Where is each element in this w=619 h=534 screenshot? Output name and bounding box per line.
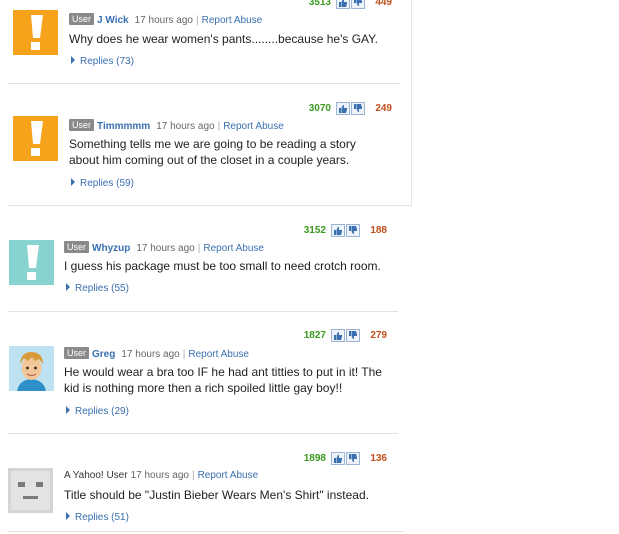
comment-divider — [8, 433, 398, 434]
thumbs-down-count: 188 — [370, 225, 387, 236]
thumbs-up-icon — [334, 227, 342, 235]
gray-robot-avatar[interactable] — [8, 468, 53, 513]
vote-bar: 1827 279 — [295, 329, 387, 343]
comment-text: Title should be "Justin Bieber Wears Men… — [64, 488, 369, 502]
thumbs-down-count: 249 — [375, 103, 392, 114]
thumbs-down-icon — [349, 226, 357, 234]
thumbs-down-icon — [354, 0, 362, 6]
comment-meta: User Greg 17 hours ago | Report Abuse — [64, 347, 249, 360]
vote-bar: 1898 136 — [295, 452, 387, 466]
comment-divider — [8, 83, 400, 84]
replies-link[interactable]: Replies (59) — [71, 178, 134, 189]
thumbs-up-button[interactable] — [336, 102, 350, 115]
replies-link[interactable]: Replies (73) — [71, 56, 134, 67]
author-link[interactable]: J Wick — [97, 15, 129, 26]
column-border — [411, 0, 412, 205]
replies-label: Replies (55) — [75, 283, 129, 294]
replies-link[interactable]: Replies (51) — [66, 512, 129, 523]
timestamp: 17 hours ago — [121, 349, 180, 360]
user-badge: User — [69, 13, 95, 25]
separator: | — [197, 243, 201, 254]
thumbs-up-count: 1827 — [303, 330, 326, 341]
comment-meta: User Timmmmm 17 hours ago | Report Abuse — [69, 119, 284, 132]
expand-arrow-icon — [66, 512, 70, 520]
thumbs-down-count: 449 — [375, 0, 392, 8]
exclamation-orange-avatar[interactable] — [13, 116, 58, 161]
expand-arrow-icon — [71, 178, 75, 186]
comment-divider — [8, 311, 398, 312]
author-name: A Yahoo! User — [64, 470, 128, 481]
thumbs-down-count: 136 — [370, 453, 387, 464]
expand-arrow-icon — [66, 406, 70, 414]
replies-link[interactable]: Replies (55) — [66, 283, 129, 294]
timestamp: 17 hours ago — [136, 243, 195, 254]
thumbs-up-count: 3513 — [308, 0, 331, 8]
expand-arrow-icon — [66, 283, 70, 291]
thumbs-up-button[interactable] — [331, 224, 345, 237]
thumbs-down-button[interactable] — [351, 0, 365, 9]
author-link[interactable]: Whyzup — [92, 243, 130, 254]
thumbs-up-icon — [339, 0, 347, 7]
thumbs-down-button[interactable] — [346, 452, 360, 465]
exclamation-orange-avatar[interactable] — [13, 10, 58, 55]
thumbs-down-button[interactable] — [346, 224, 360, 237]
replies-label: Replies (29) — [75, 406, 129, 417]
comment-text: He would wear a bra too IF he had ant ti… — [64, 365, 382, 395]
user-badge: User — [64, 241, 90, 253]
thumbs-up-button[interactable] — [331, 329, 345, 342]
exclamation-teal-avatar[interactable] — [9, 240, 54, 285]
report-abuse-link[interactable]: Report Abuse — [203, 243, 264, 254]
user-badge: User — [69, 119, 95, 131]
comment-meta: User Whyzup 17 hours ago | Report Abuse — [64, 241, 264, 254]
separator: | — [182, 349, 186, 360]
report-abuse-link[interactable]: Report Abuse — [198, 470, 259, 481]
cartoon-boy-avatar[interactable] — [9, 346, 54, 391]
thumbs-up-icon — [334, 332, 342, 340]
timestamp: 17 hours ago — [134, 15, 193, 26]
expand-arrow-icon — [71, 56, 75, 64]
separator: | — [217, 121, 221, 132]
report-abuse-link[interactable]: Report Abuse — [188, 349, 249, 360]
replies-label: Replies (51) — [75, 512, 129, 523]
replies-label: Replies (73) — [80, 56, 134, 67]
thumbs-down-icon — [354, 104, 362, 112]
thumbs-up-button[interactable] — [331, 452, 345, 465]
thumbs-up-icon — [339, 105, 347, 113]
thumbs-up-icon — [334, 455, 342, 463]
thumbs-up-count: 3152 — [303, 225, 326, 236]
report-abuse-link[interactable]: Report Abuse — [202, 15, 263, 26]
thumbs-down-button[interactable] — [346, 329, 360, 342]
timestamp: 17 hours ago — [156, 121, 215, 132]
thumbs-down-button[interactable] — [351, 102, 365, 115]
replies-link[interactable]: Replies (29) — [66, 406, 129, 417]
user-badge: User — [64, 347, 90, 359]
vote-bar: 3070 249 — [300, 102, 392, 116]
thumbs-up-button[interactable] — [336, 0, 350, 9]
separator: | — [196, 15, 199, 26]
thumbs-down-count: 279 — [370, 330, 387, 341]
thumbs-up-count: 3070 — [308, 103, 331, 114]
author-link[interactable]: Greg — [92, 349, 115, 360]
thumbs-up-count: 1898 — [303, 453, 326, 464]
vote-bar: 3513 449 — [300, 0, 392, 10]
comment-meta: A Yahoo! User 17 hours ago | Report Abuse — [64, 470, 258, 481]
report-abuse-link[interactable]: Report Abuse — [223, 121, 284, 132]
thumbs-down-icon — [349, 331, 357, 339]
comment-text: I guess his package must be too small to… — [64, 259, 381, 273]
comment-meta: User J Wick 17 hours ago | Report Abuse — [69, 13, 262, 26]
timestamp: 17 hours ago — [130, 470, 189, 481]
replies-label: Replies (59) — [80, 178, 134, 189]
vote-bar: 3152 188 — [295, 224, 387, 238]
comment-text: Why does he wear women's pants........be… — [69, 32, 378, 46]
author-link[interactable]: Timmmmm — [97, 121, 150, 132]
comment-divider — [8, 531, 403, 532]
comment-divider — [8, 205, 412, 206]
separator: | — [191, 470, 195, 481]
comment-text: Something tells me we are going to be re… — [69, 137, 356, 167]
thumbs-down-icon — [349, 454, 357, 462]
